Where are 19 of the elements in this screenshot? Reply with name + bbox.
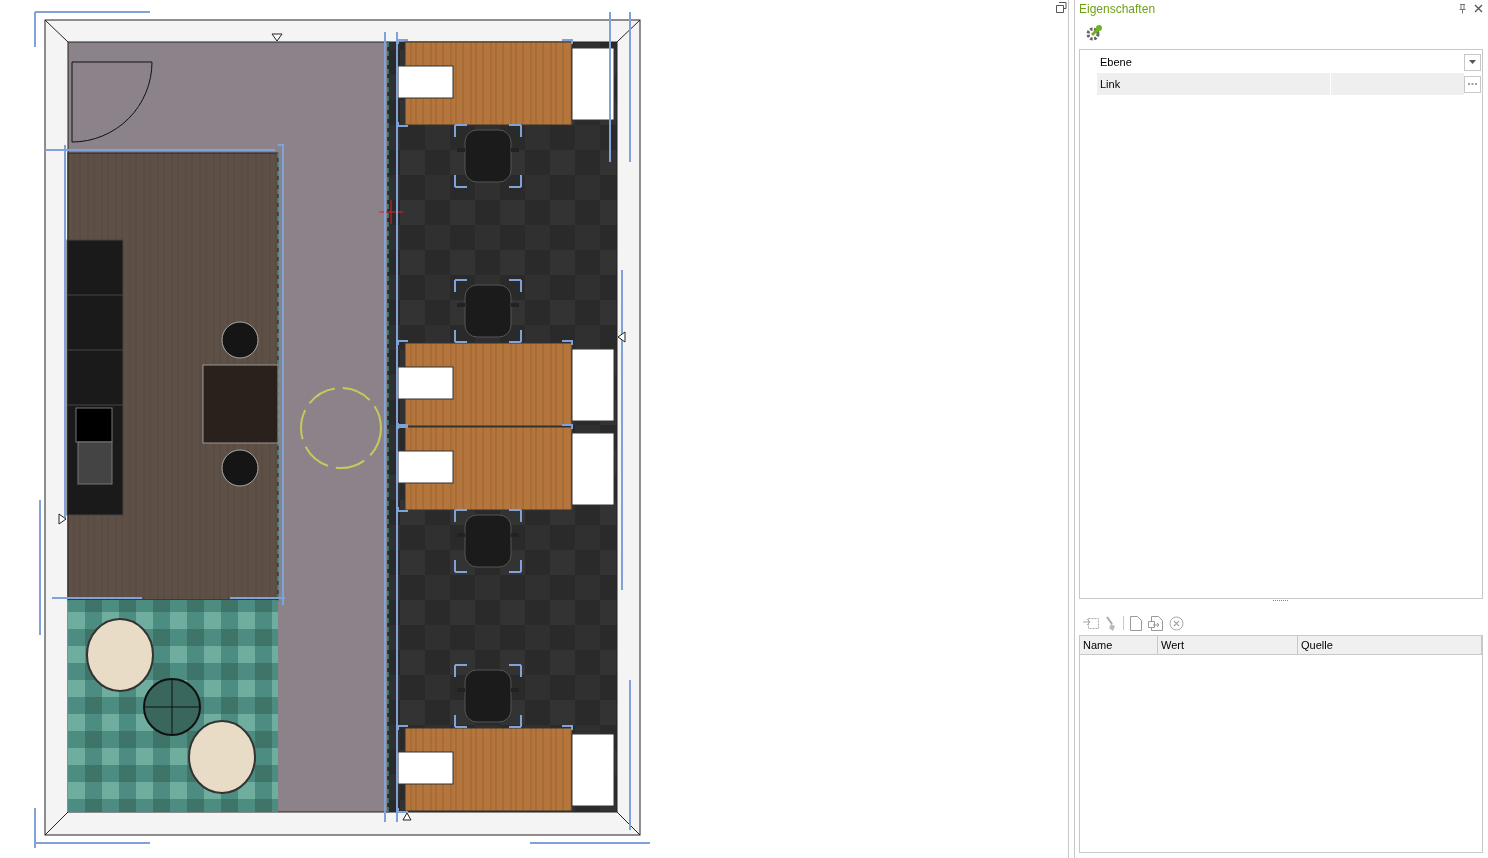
property-label: Ebene (1099, 55, 1133, 70)
pin-icon[interactable] (1459, 3, 1466, 14)
dropdown-button[interactable] (1464, 53, 1481, 71)
panel-title: Eigenschaften (1079, 1, 1157, 16)
caret-icon (1469, 60, 1476, 64)
column-header[interactable]: Name (1080, 636, 1158, 654)
gear-wrench-icon[interactable] (1085, 24, 1103, 42)
add-document-icon[interactable] (1148, 615, 1163, 631)
column-header[interactable]: Wert (1158, 636, 1298, 654)
splitter-grip-icon[interactable] (1273, 599, 1289, 602)
column-header[interactable]: Quelle (1298, 636, 1482, 654)
document-icon[interactable] (1130, 615, 1142, 631)
property-label: Link (1097, 73, 1330, 95)
delete-icon[interactable] (1169, 615, 1184, 631)
brush-icon[interactable] (1105, 615, 1117, 631)
close-icon[interactable] (1474, 4, 1483, 13)
select-icon[interactable] (1083, 616, 1099, 630)
restore-window-icon[interactable] (1056, 2, 1067, 13)
property-row[interactable]: Link (1097, 73, 1482, 95)
